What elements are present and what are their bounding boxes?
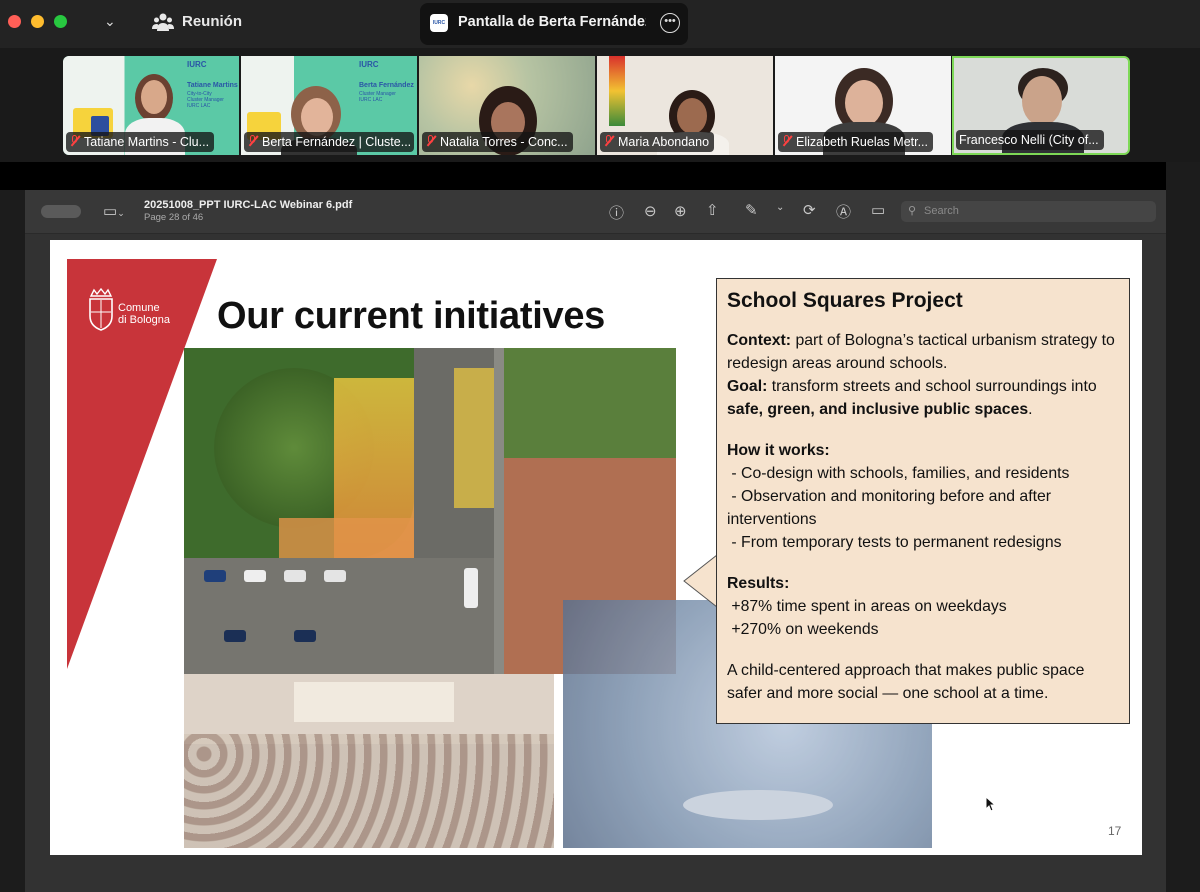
- markup-menu-chevron-icon[interactable]: ⌄: [776, 202, 784, 213]
- mic-muted-icon: [69, 135, 81, 147]
- slide-page-number: 17: [1108, 824, 1122, 838]
- goal-end: .: [1028, 401, 1033, 418]
- org-name-line: Comune: [118, 302, 160, 314]
- goal-text: transform streets and school surrounding…: [767, 378, 1097, 395]
- screen-share-tab[interactable]: IURC Pantalla de Berta Fernández •••: [420, 3, 688, 45]
- share-left-margin: [0, 190, 25, 892]
- pdf-filename: 20251008_PPT IURC-LAC Webinar 6.pdf: [144, 199, 353, 211]
- participant-name-label: Tatiane Martins - Clu...: [66, 132, 215, 152]
- form-fill-icon[interactable]: ▭: [871, 201, 885, 219]
- callout-pointer: [683, 553, 718, 609]
- participant-tile[interactable]: Natalia Torres - Conc...: [419, 56, 595, 155]
- search-input[interactable]: ⚲ Search: [901, 201, 1156, 222]
- org-name-line: di Bologna: [118, 314, 170, 326]
- mic-muted-icon: [603, 135, 615, 147]
- info-box-title: School Squares Project: [727, 289, 963, 312]
- participant-tile[interactable]: IURC Berta Fernández Cluster Manager IUR…: [241, 56, 417, 155]
- how-label: How it works:: [727, 439, 1119, 462]
- tile-card-role: IURC LAC: [187, 103, 211, 109]
- minimize-window-button[interactable]: [31, 15, 44, 28]
- participant-tile-active[interactable]: Francesco Nelli (City of...: [952, 56, 1130, 155]
- how-item: - From temporary tests to permanent rede…: [727, 534, 1062, 551]
- share-top-band: [0, 162, 1200, 190]
- search-icon: ⚲: [908, 205, 917, 217]
- zoom-out-icon[interactable]: ⊖: [644, 202, 657, 220]
- share-icon[interactable]: ⇧: [706, 201, 719, 219]
- context-label: Context:: [727, 332, 792, 349]
- iurc-logo: IURC: [430, 14, 448, 32]
- comune-di-bologna-logo: Comune di Bologna: [86, 288, 181, 332]
- zoom-window-button[interactable]: [54, 15, 67, 28]
- more-options-icon[interactable]: •••: [660, 13, 680, 33]
- rotate-icon[interactable]: ⟳: [803, 201, 816, 219]
- mic-muted-icon: [781, 135, 793, 147]
- bologna-crest-icon: [89, 288, 113, 331]
- slide-title: Our current initiatives: [217, 295, 605, 337]
- participant-name: Natalia Torres - Conc...: [440, 135, 568, 149]
- search-placeholder: Search: [924, 205, 959, 217]
- participant-tile[interactable]: Maria Abondano: [597, 56, 773, 155]
- pdf-page-slide: Comune di Bologna Our current initiative…: [50, 240, 1142, 855]
- goal-label: Goal:: [727, 378, 768, 395]
- highlight-icon[interactable]: Ⓐ: [836, 201, 851, 222]
- closing-statement: A child-centered approach that makes pub…: [727, 662, 1085, 702]
- results-label-text: Results:: [727, 575, 790, 592]
- tile-card-brand: IURC: [187, 60, 207, 69]
- participant-tile[interactable]: Elizabeth Ruelas Metr...: [775, 56, 951, 155]
- participants-icon: [152, 13, 174, 31]
- participant-video-strip: IURC Tatiane Martins City-to-City Cluste…: [0, 48, 1200, 162]
- participant-name: Maria Abondano: [618, 135, 710, 149]
- conference-audience-photo: [184, 674, 554, 848]
- school-squares-info-box: School Squares Project Context: part of …: [716, 278, 1130, 724]
- tile-card-role: IURC LAC: [359, 97, 383, 103]
- tile-card-brand: IURC: [359, 60, 379, 69]
- participant-name-label: Francesco Nelli (City of...: [956, 130, 1104, 150]
- mic-muted-icon: [247, 135, 259, 147]
- share-tab-title: Pantalla de Berta Fernández: [458, 14, 646, 30]
- zoom-in-icon[interactable]: ⊕: [674, 202, 687, 220]
- participant-name: Elizabeth Ruelas Metr...: [796, 135, 929, 149]
- meeting-title: Reunión: [182, 13, 242, 30]
- close-window-button[interactable]: [8, 15, 21, 28]
- tile-card-name: Tatiane Martins: [187, 82, 238, 89]
- context-paragraph: Context: part of Bologna’s tactical urba…: [727, 329, 1119, 375]
- goal-paragraph: Goal: transform streets and school surro…: [727, 375, 1119, 421]
- window-titlebar: ⌄ Reunión IURC Pantalla de Berta Fernánd…: [0, 0, 1200, 48]
- how-item: - Observation and monitoring before and …: [727, 488, 1056, 528]
- pdf-page-indicator: Page 28 of 46: [144, 212, 204, 223]
- window-controls-placeholder: [41, 205, 81, 218]
- org-name: Comune di Bologna: [118, 302, 170, 326]
- results-label: Results:: [727, 572, 1119, 595]
- how-label-text: How it works:: [727, 442, 830, 459]
- chevron-down-icon[interactable]: ⌄: [104, 13, 116, 30]
- share-right-margin: [1166, 162, 1200, 892]
- info-icon[interactable]: ⓘ: [609, 202, 624, 223]
- sidebar-toggle-icon[interactable]: ▭⌄: [103, 202, 125, 220]
- markup-pen-icon[interactable]: ✎: [745, 201, 758, 219]
- result-item: +87% time spent in areas on weekdays: [727, 598, 1007, 615]
- pdf-toolbar: ▭⌄ 20251008_PPT IURC-LAC Webinar 6.pdf P…: [25, 190, 1166, 234]
- goal-emphasis: safe, green, and inclusive public spaces: [727, 401, 1029, 418]
- mouse-cursor-icon: [985, 796, 997, 812]
- mic-muted-icon: [425, 135, 437, 147]
- participant-name-label: Berta Fernández | Cluste...: [244, 132, 414, 152]
- result-item: +270% on weekends: [727, 621, 879, 638]
- how-item: - Co-design with schools, families, and …: [727, 465, 1070, 482]
- participant-name-label: Maria Abondano: [600, 132, 715, 152]
- participant-name-label: Elizabeth Ruelas Metr...: [778, 132, 934, 152]
- participant-name: Tatiane Martins - Clu...: [84, 135, 210, 149]
- participant-name-label: Natalia Torres - Conc...: [422, 132, 573, 152]
- tile-card-name: Berta Fernández: [359, 82, 414, 89]
- participant-name: Francesco Nelli (City of...: [959, 133, 1099, 147]
- participant-name: Berta Fernández | Cluste...: [262, 135, 412, 149]
- participant-tile[interactable]: IURC Tatiane Martins City-to-City Cluste…: [63, 56, 239, 155]
